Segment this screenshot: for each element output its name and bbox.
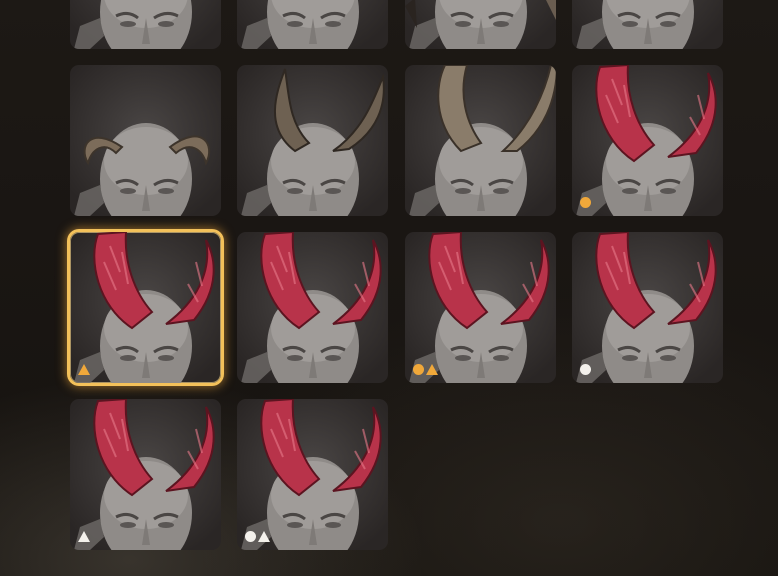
- horn-preview-image: [405, 0, 556, 49]
- tile-badges: [413, 364, 438, 375]
- horn-preview-image: [576, 232, 717, 383]
- tile-badges: [78, 531, 90, 542]
- tile-badges: [245, 531, 270, 542]
- gold-triangle-icon: [426, 364, 438, 375]
- gold-circle-icon: [413, 364, 424, 375]
- tile-badges: [78, 364, 90, 375]
- horn-option-tile[interactable]: [237, 65, 388, 216]
- horn-option-tile[interactable]: [237, 399, 388, 550]
- horn-option-tile[interactable]: [237, 232, 388, 383]
- horn-option-tile[interactable]: [405, 232, 556, 383]
- horn-option-tile[interactable]: [572, 65, 723, 216]
- horn-preview-image: [576, 0, 694, 49]
- horn-options-grid: [0, 0, 778, 576]
- horn-preview-image: [74, 123, 211, 216]
- tile-badges: [580, 197, 591, 208]
- tile-badges: [580, 364, 591, 375]
- horn-preview-image: [409, 232, 550, 383]
- horn-option-tile[interactable]: [572, 0, 723, 49]
- horn-preview-image: [409, 65, 556, 216]
- horn-preview-image: [576, 65, 717, 216]
- horn-option-tile[interactable]: [70, 399, 221, 550]
- white-triangle-icon: [258, 531, 270, 542]
- horn-preview-image: [74, 232, 215, 383]
- horn-preview-image: [241, 232, 382, 383]
- horn-preview-image: [241, 399, 382, 550]
- white-triangle-icon: [78, 531, 90, 542]
- horn-option-tile-selected[interactable]: [70, 232, 221, 383]
- white-circle-icon: [580, 364, 591, 375]
- horn-preview-image: [74, 0, 192, 49]
- horn-option-tile[interactable]: [70, 0, 221, 49]
- gold-triangle-icon: [78, 364, 90, 375]
- white-circle-icon: [245, 531, 256, 542]
- horn-preview-image: [241, 0, 359, 49]
- horn-preview-image: [74, 399, 215, 550]
- horn-option-tile[interactable]: [237, 0, 388, 49]
- gold-circle-icon: [580, 197, 591, 208]
- horn-preview-image: [241, 68, 385, 216]
- horn-option-tile[interactable]: [405, 65, 556, 216]
- horn-option-tile[interactable]: [405, 0, 556, 49]
- horn-option-tile[interactable]: [70, 65, 221, 216]
- horn-option-tile[interactable]: [572, 232, 723, 383]
